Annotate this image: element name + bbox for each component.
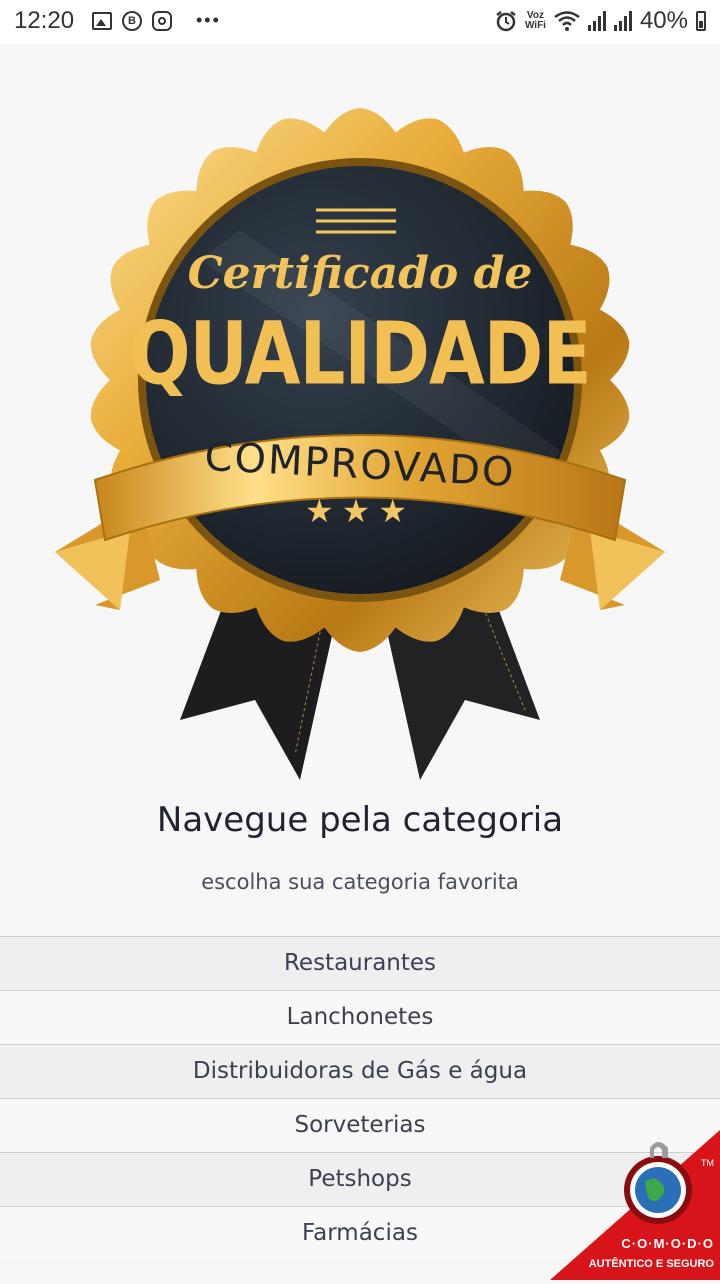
battery-percent: 40%: [639, 7, 688, 34]
comodo-tm: TM: [701, 1158, 714, 1168]
signal-icon-1: [587, 11, 606, 31]
status-time: 12:20: [14, 7, 75, 34]
page-title: Navegue pela categoria: [156, 800, 564, 840]
comodo-name: C·O·M·O·D·O: [621, 1236, 714, 1251]
badge-stars: ★★★: [304, 492, 416, 530]
comodo-secure-seal[interactable]: TM C·O·M·O·D·O AUTÊNTICO E SEGURO: [550, 1130, 720, 1280]
voz-wifi-indicator: Voz WiFi: [524, 10, 546, 31]
quality-certificate-badge: Certificado de QUALIDADE COMPROVADO ★★★: [0, 60, 720, 790]
category-item-distribuidoras[interactable]: Distribuidoras de Gás e água: [0, 1044, 720, 1098]
wifi-icon: [554, 11, 580, 31]
more-dots-icon: •••: [196, 10, 221, 30]
badge-line1: Certificado de: [187, 248, 533, 299]
status-bar: 12:20 B ••• Voz WiFi 40%: [0, 0, 720, 44]
system-indicators: Voz WiFi 40%: [495, 7, 706, 35]
image-icon: [92, 11, 112, 30]
signal-icon-2: [613, 11, 632, 31]
comodo-tagline: AUTÊNTICO E SEGURO: [588, 1258, 714, 1270]
battery-icon: [696, 11, 706, 31]
alarm-icon: [496, 11, 516, 32]
category-item-lanchonetes[interactable]: Lanchonetes: [0, 990, 720, 1044]
notification-icons: B •••: [92, 10, 221, 31]
b-app-icon: B: [122, 10, 142, 31]
instagram-icon: [152, 10, 172, 31]
badge-graphic: [55, 108, 665, 780]
badge-line2: QUALIDADE: [129, 303, 591, 404]
category-item-restaurantes[interactable]: Restaurantes: [0, 936, 720, 990]
page-subtitle: escolha sua categoria favorita: [201, 870, 519, 894]
